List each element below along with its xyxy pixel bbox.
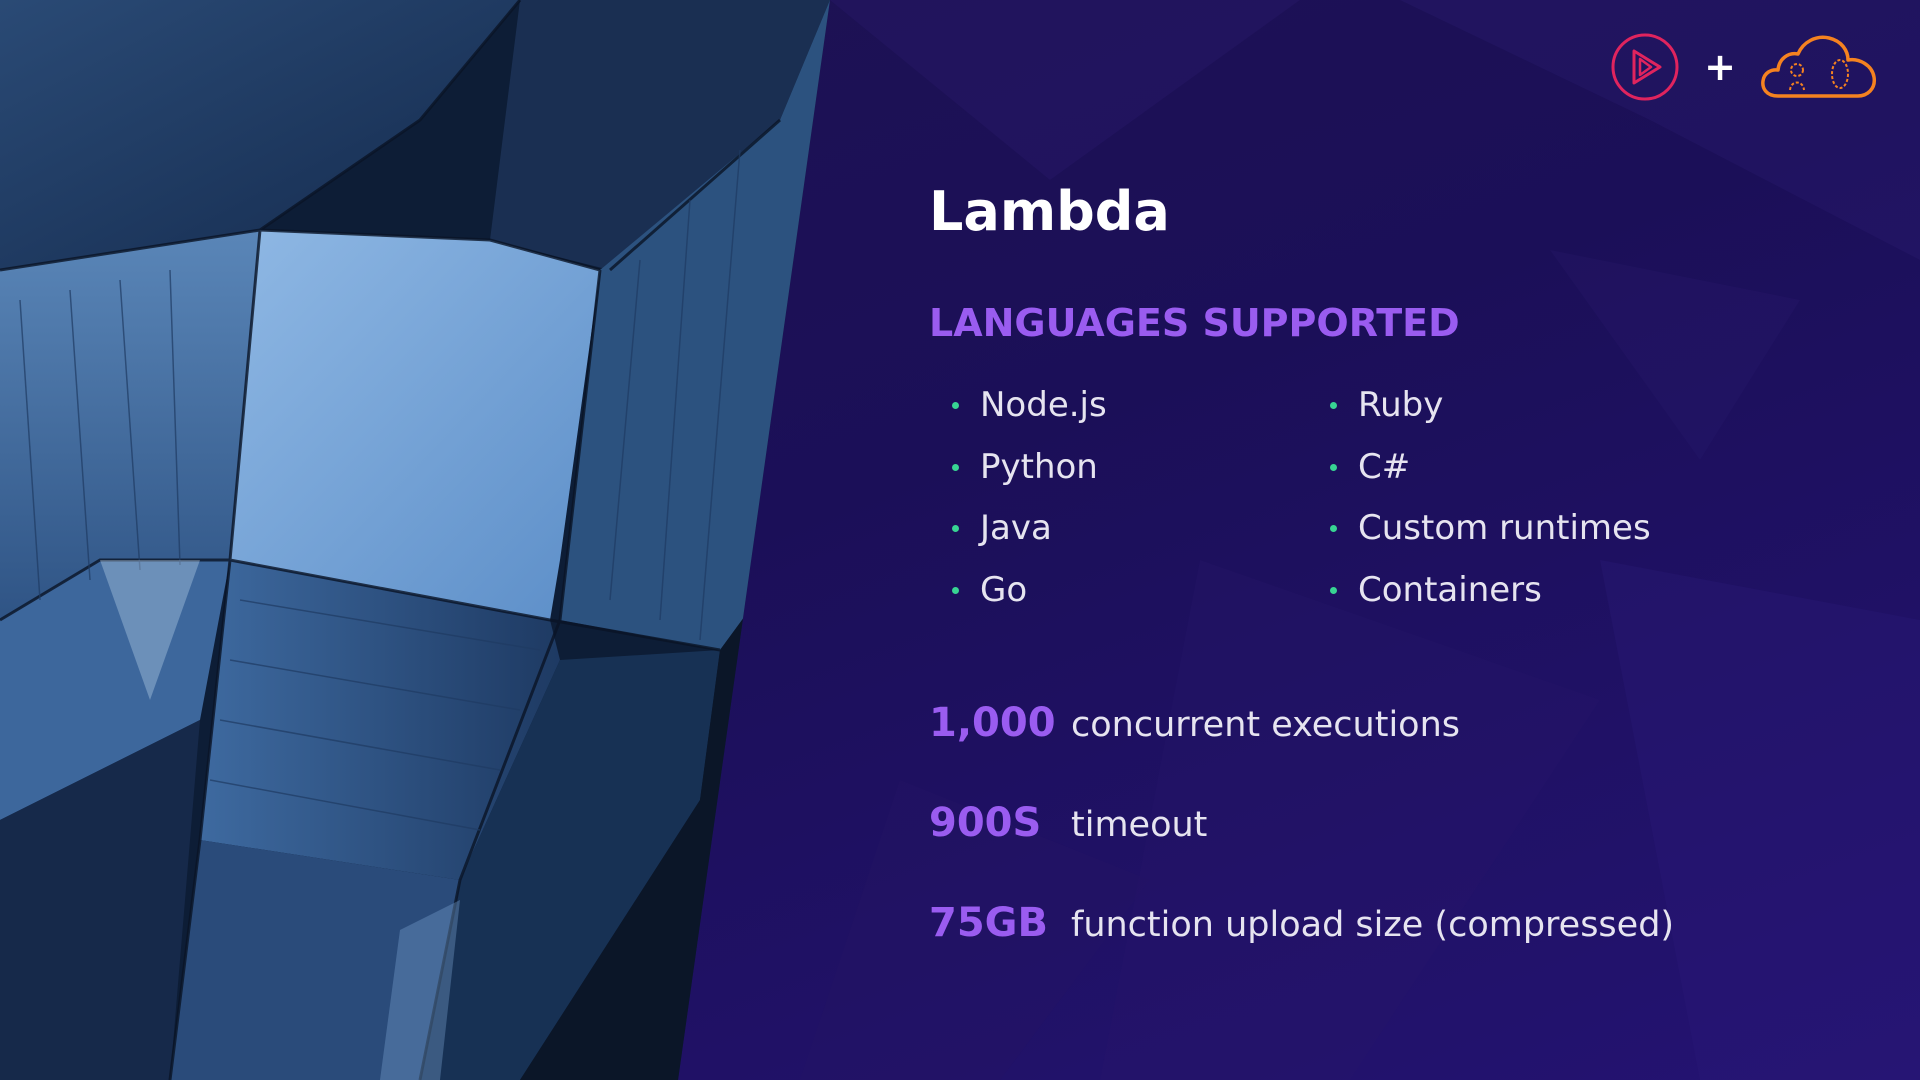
architecture-photo	[0, 0, 830, 1080]
bullet-icon	[1330, 463, 1337, 471]
bullet-icon	[952, 525, 959, 532]
list-item: Ruby	[1330, 378, 1651, 440]
stat-upload-size: 75GB function upload size (compressed)	[929, 900, 1674, 946]
stat-label: timeout	[1071, 805, 1208, 845]
list-item: Java	[952, 501, 1107, 563]
bullet-icon	[1330, 525, 1337, 532]
section-subtitle: LANGUAGES SUPPORTED	[929, 301, 1460, 345]
logo-group: +	[1610, 32, 1878, 102]
stat-value: 75GB	[929, 900, 1048, 946]
pluralsight-play-icon	[1611, 33, 1679, 101]
bullet-icon	[952, 586, 959, 594]
language-label: Ruby	[1358, 385, 1444, 425]
list-item: Python	[952, 440, 1107, 502]
stat-timeout: 900S timeout	[929, 800, 1207, 846]
stat-value: 900S	[929, 800, 1042, 846]
slide-title: Lambda	[929, 180, 1170, 243]
languages-list-right: Ruby C# Custom runtimes Containers	[1330, 378, 1651, 624]
list-item: Go	[952, 563, 1107, 625]
languages-list-left: Node.js Python Java Go	[952, 378, 1107, 624]
language-label: Java	[980, 508, 1052, 548]
bullet-icon	[1330, 586, 1337, 594]
slide: + Lambda LANGUAGES SUPPORTED Node.js Pyt…	[0, 0, 1920, 1080]
list-item: Containers	[1330, 563, 1651, 625]
language-label: C#	[1358, 446, 1411, 487]
list-item: C#	[1330, 440, 1651, 502]
list-item: Custom runtimes	[1330, 501, 1651, 563]
plus-sign: +	[1704, 45, 1736, 89]
stat-label: concurrent executions	[1071, 705, 1461, 745]
stat-concurrency: 1,000 concurrent executions	[929, 700, 1460, 746]
bullet-icon	[952, 402, 959, 409]
bullet-icon	[952, 463, 959, 471]
list-item: Node.js	[952, 378, 1107, 440]
language-label: Node.js	[980, 385, 1107, 425]
language-label: Custom runtimes	[1358, 508, 1651, 548]
language-label: Go	[980, 569, 1028, 610]
stat-value: 1,000	[929, 700, 1056, 746]
acloudguru-cloud-icon	[1761, 35, 1877, 98]
stat-label: function upload size (compressed)	[1071, 905, 1675, 945]
language-label: Python	[980, 446, 1098, 487]
bullet-icon	[1330, 402, 1337, 409]
language-label: Containers	[1358, 569, 1542, 610]
